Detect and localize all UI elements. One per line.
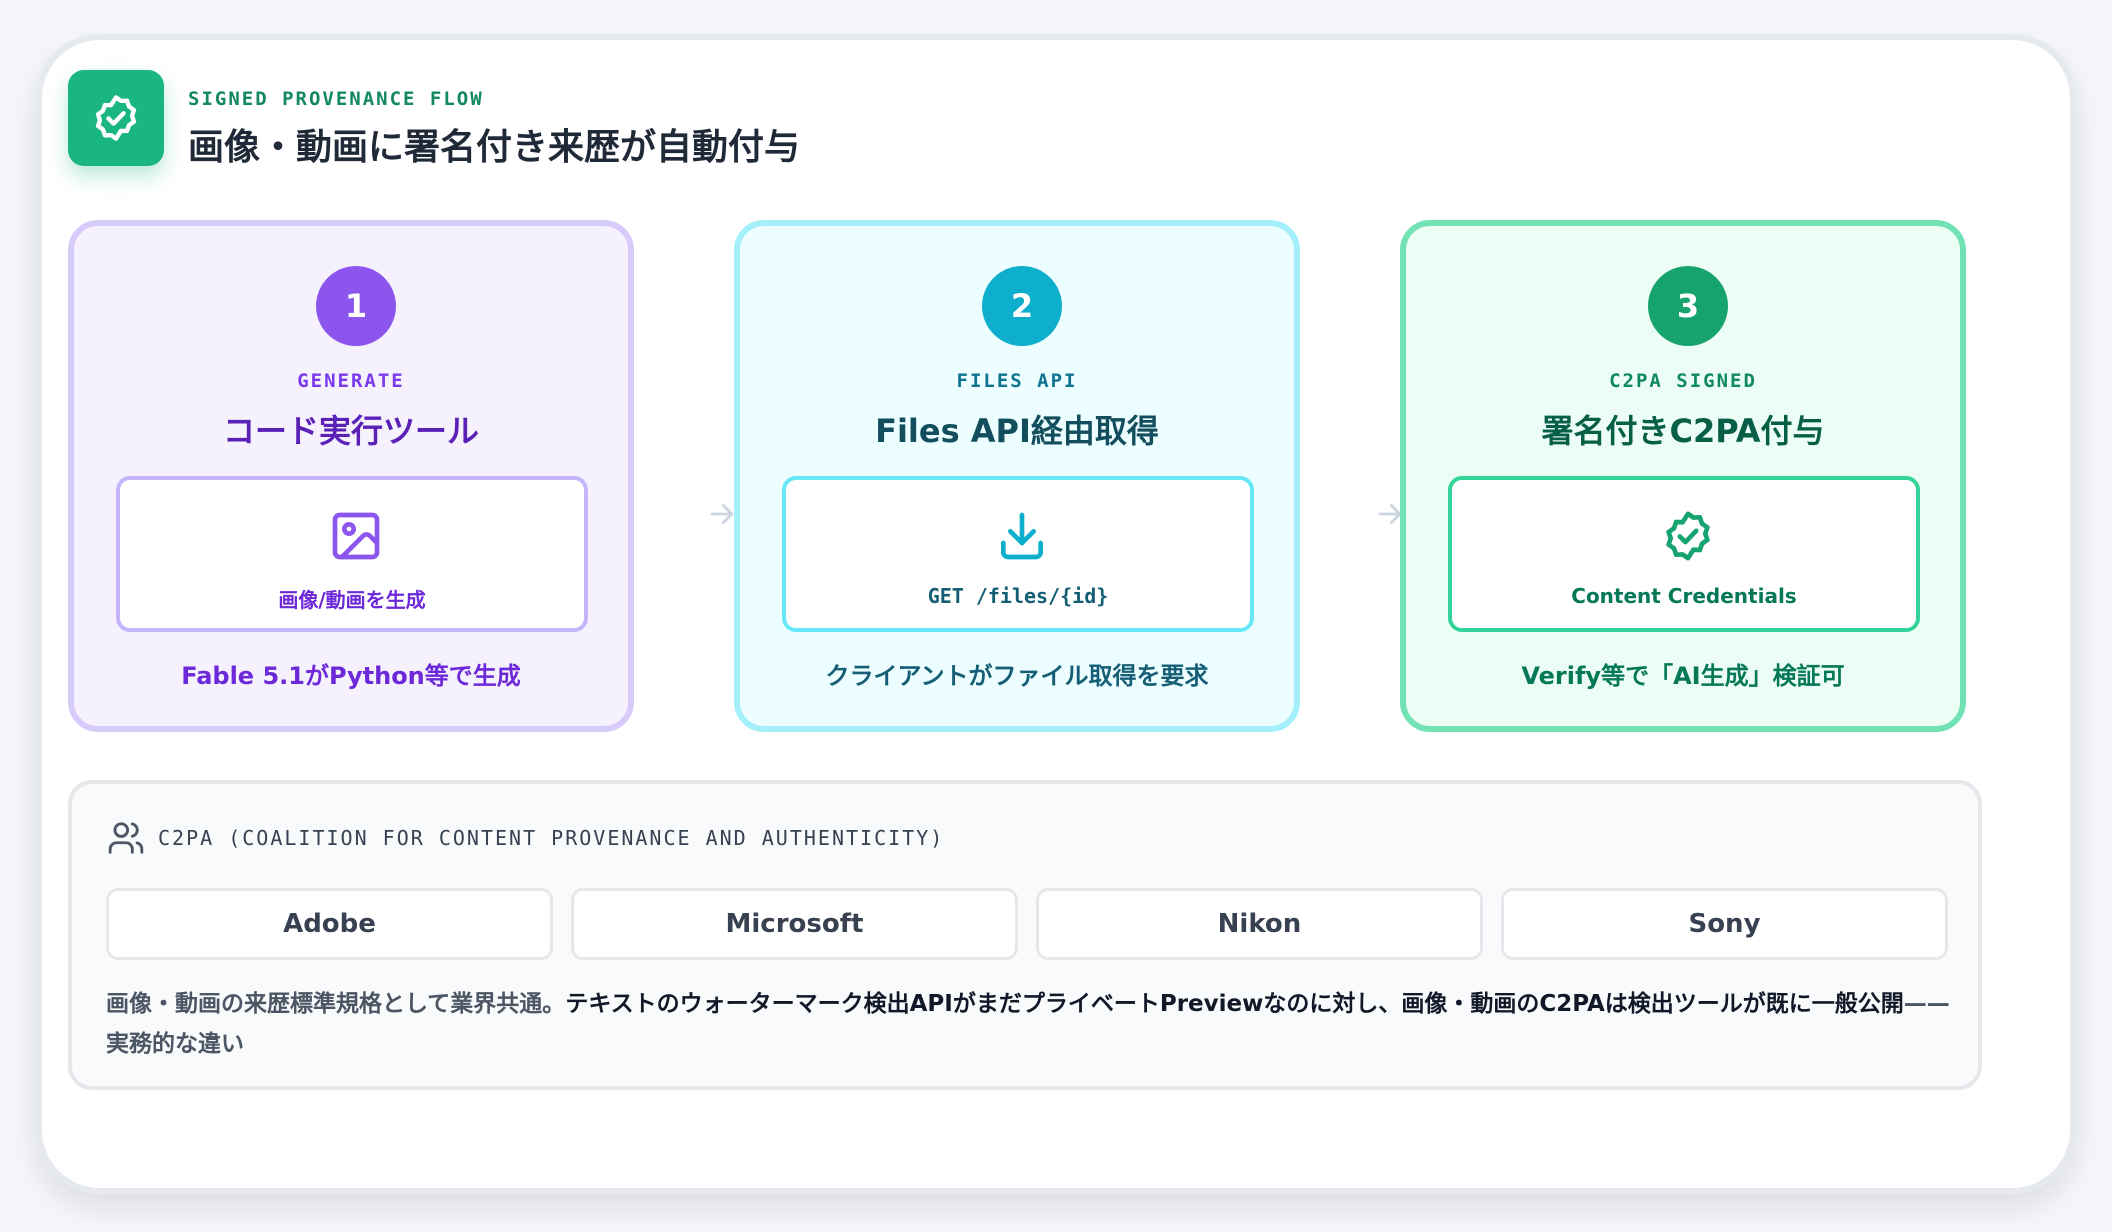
step-title: 署名付きC2PA付与 [1541, 412, 1825, 450]
users-icon [106, 818, 146, 858]
step-generate: 1 GENERATE コード実行ツール 画像/動画を生成 Fable 5.1がP… [68, 220, 634, 732]
c2pa-heading: C2PA (COALITION FOR CONTENT PROVENANCE A… [158, 826, 945, 850]
step-inner-box: GET /files/{id} [782, 476, 1254, 632]
step-caption: クライアントがファイル取得を要求 [825, 662, 1209, 690]
page-title: 画像・動画に署名付き来歴が自動付与 [188, 127, 801, 168]
image-icon [328, 508, 384, 564]
step-inner-box: 画像/動画を生成 [116, 476, 588, 632]
step-caption: Fable 5.1がPython等で生成 [181, 662, 521, 690]
download-icon [994, 508, 1050, 564]
step-number: 2 [982, 266, 1062, 346]
shield-check-icon [68, 70, 164, 166]
step-caption: Verify等で「AI生成」検証可 [1521, 662, 1845, 690]
step-title: コード実行ツール [222, 412, 479, 450]
member-nikon: Nikon [1036, 888, 1483, 960]
member-adobe: Adobe [106, 888, 553, 960]
step-inner-label: Content Credentials [1571, 584, 1797, 608]
step-files-api: 2 FILES API Files API経由取得 GET /files/{id… [734, 220, 1300, 732]
step-inner-box: Content Credentials [1448, 476, 1920, 632]
step-inner-label: 画像/動画を生成 [278, 588, 426, 612]
step-eyebrow: FILES API [956, 370, 1078, 392]
step-eyebrow: GENERATE [297, 370, 405, 392]
step-title: Files API経由取得 [875, 412, 1159, 450]
c2pa-description: 画像・動画の来歴標準規格として業界共通。テキストのウォーターマーク検出APIがま… [106, 984, 1956, 1064]
header-eyebrow: SIGNED PROVENANCE FLOW [188, 88, 484, 110]
badge-check-icon [1660, 508, 1716, 564]
step-number: 1 [316, 266, 396, 346]
desc-lead: 画像・動画の来歴標準規格として業界共通。 [106, 991, 566, 1017]
desc-strong: テキストのウォーターマーク検出APIがまだプライベートPreviewなのに対し、… [565, 991, 1904, 1017]
c2pa-panel: C2PA (COALITION FOR CONTENT PROVENANCE A… [68, 780, 1982, 1090]
step-number: 3 [1648, 266, 1728, 346]
step-eyebrow: C2PA SIGNED [1609, 370, 1757, 392]
step-c2pa-signed: 3 C2PA SIGNED 署名付きC2PA付与 Content Credent… [1400, 220, 1966, 732]
member-microsoft: Microsoft [571, 888, 1018, 960]
step-inner-label: GET /files/{id} [927, 584, 1109, 608]
c2pa-members: Adobe Microsoft Nikon Sony [106, 888, 1948, 960]
member-sony: Sony [1501, 888, 1948, 960]
